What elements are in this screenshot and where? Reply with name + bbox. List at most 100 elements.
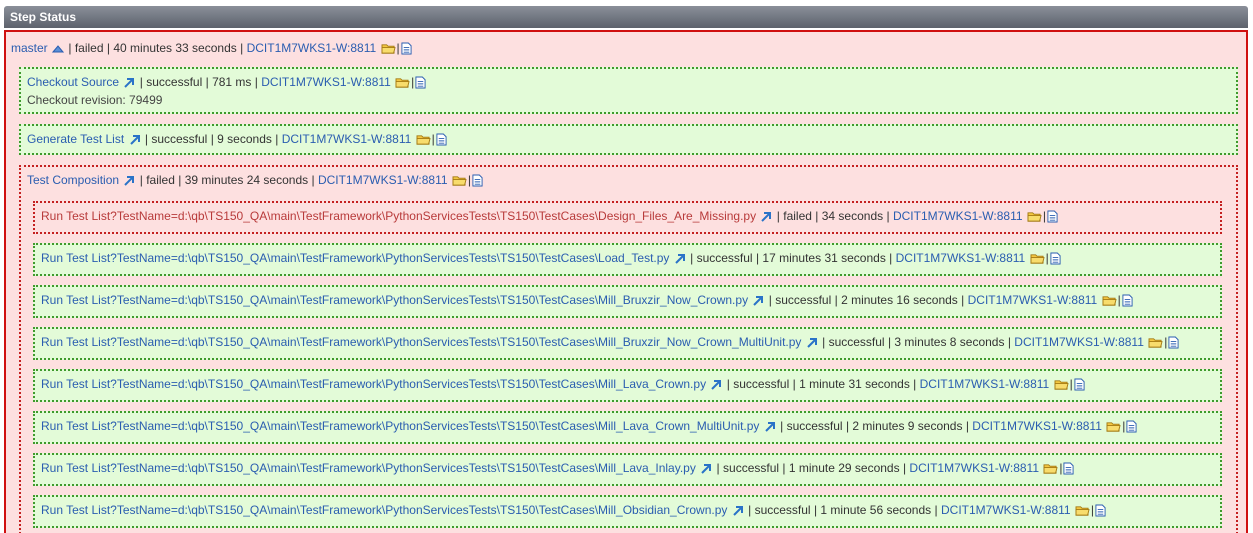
folder-icon[interactable]: [452, 174, 467, 187]
external-link-icon[interactable]: [674, 253, 686, 265]
substep-status: failed: [783, 209, 812, 223]
step-duration: 39 minutes 24 seconds: [184, 173, 309, 187]
substep-name-link[interactable]: Run Test List?TestName=d:\qb\TS150_QA\ma…: [41, 377, 706, 391]
substep-host-link[interactable]: DCIT1M7WKS1-W:8811: [972, 419, 1102, 433]
substep-status: successful: [828, 335, 885, 349]
root-step-status: failed: [74, 41, 104, 55]
substep-status: successful: [733, 377, 790, 391]
folder-icon[interactable]: [395, 76, 410, 89]
folder-icon[interactable]: [1027, 210, 1042, 223]
external-link-icon[interactable]: [806, 337, 818, 349]
log-icon[interactable]: [1047, 210, 1058, 223]
substep-row: Run Test List?TestName=d:\qb\TS150_QA\ma…: [41, 251, 1062, 265]
collapse-icon[interactable]: [52, 44, 64, 54]
substep-duration: 2 minutes 9 seconds: [852, 419, 963, 433]
step-generate-test-list: Generate Test List | successful | 9 seco…: [19, 124, 1238, 155]
substep-status: successful: [775, 293, 832, 307]
external-link-icon[interactable]: [123, 77, 135, 89]
substep-name-link[interactable]: Run Test List?TestName=d:\qb\TS150_QA\ma…: [41, 335, 801, 349]
folder-icon[interactable]: [1106, 420, 1121, 433]
substep-duration: 1 minute 31 seconds: [799, 377, 910, 391]
root-step-link[interactable]: master: [11, 41, 48, 55]
external-link-icon[interactable]: [732, 505, 744, 517]
substep-duration: 2 minutes 16 seconds: [841, 293, 958, 307]
external-link-icon[interactable]: [752, 295, 764, 307]
step-row: Generate Test List | successful | 9 seco…: [27, 132, 448, 146]
panel-title: Step Status: [4, 6, 1248, 28]
substep-box: Run Test List?TestName=d:\qb\TS150_QA\ma…: [33, 411, 1222, 444]
substep-status: successful: [754, 503, 811, 517]
log-icon[interactable]: [1122, 294, 1133, 307]
log-icon[interactable]: [1126, 420, 1137, 433]
step-host-link[interactable]: DCIT1M7WKS1-W:8811: [318, 173, 448, 187]
substep-name-link[interactable]: Run Test List?TestName=d:\qb\TS150_QA\ma…: [41, 419, 759, 433]
folder-icon[interactable]: [1102, 294, 1117, 307]
substep-row: Run Test List?TestName=d:\qb\TS150_QA\ma…: [41, 461, 1075, 475]
log-icon[interactable]: [472, 174, 483, 187]
log-icon[interactable]: [1063, 462, 1074, 475]
substep-row: Run Test List?TestName=d:\qb\TS150_QA\ma…: [41, 419, 1138, 433]
substep-name-link[interactable]: Run Test List?TestName=d:\qb\TS150_QA\ma…: [41, 503, 727, 517]
substep-duration: 34 seconds: [821, 209, 884, 223]
root-step-host-link[interactable]: DCIT1M7WKS1-W:8811: [247, 41, 377, 55]
folder-icon[interactable]: [1148, 336, 1163, 349]
step-status: successful: [146, 75, 203, 89]
log-icon[interactable]: [415, 76, 426, 89]
step-duration: 781 ms: [212, 75, 252, 89]
step-row: Test Composition | failed | 39 minutes 2…: [27, 173, 484, 187]
step-name-link[interactable]: Checkout Source: [27, 75, 119, 89]
log-icon[interactable]: [1074, 378, 1085, 391]
step-host-link[interactable]: DCIT1M7WKS1-W:8811: [282, 132, 412, 146]
external-link-icon[interactable]: [760, 211, 772, 223]
substep-host-link[interactable]: DCIT1M7WKS1-W:8811: [968, 293, 1098, 307]
substep-duration: 17 minutes 31 seconds: [762, 251, 886, 265]
substep-status: successful: [723, 461, 780, 475]
log-icon[interactable]: [436, 133, 447, 146]
substep-name-link[interactable]: Run Test List?TestName=d:\qb\TS150_QA\ma…: [41, 293, 748, 307]
substep-duration: 1 minute 56 seconds: [820, 503, 932, 517]
root-step-duration: 40 minutes 33 seconds: [113, 41, 237, 55]
substep-status: successful: [786, 419, 843, 433]
log-icon[interactable]: [401, 42, 412, 55]
substep-host-link[interactable]: DCIT1M7WKS1-W:8811: [896, 251, 1026, 265]
step-test-composition: Test Composition | failed | 39 minutes 2…: [19, 165, 1238, 533]
external-link-icon[interactable]: [129, 134, 141, 146]
step-name-link[interactable]: Generate Test List: [27, 132, 124, 146]
external-link-icon[interactable]: [700, 463, 712, 475]
external-link-icon[interactable]: [764, 421, 776, 433]
log-icon[interactable]: [1168, 336, 1179, 349]
step-host-link[interactable]: DCIT1M7WKS1-W:8811: [261, 75, 391, 89]
log-icon[interactable]: [1050, 252, 1061, 265]
substep-host-link[interactable]: DCIT1M7WKS1-W:8811: [941, 503, 1071, 517]
folder-icon[interactable]: [1075, 504, 1090, 517]
external-link-icon[interactable]: [710, 379, 722, 391]
substep-box: Run Test List?TestName=d:\qb\TS150_QA\ma…: [33, 495, 1222, 528]
folder-icon[interactable]: [1043, 462, 1058, 475]
substep-host-link[interactable]: DCIT1M7WKS1-W:8811: [893, 209, 1023, 223]
step-checkout-source: Checkout Source | successful | 781 ms | …: [19, 67, 1238, 114]
substep-row: Run Test List?TestName=d:\qb\TS150_QA\ma…: [41, 377, 1086, 391]
substep-duration: 1 minute 29 seconds: [788, 461, 900, 475]
substep-name-link[interactable]: Run Test List?TestName=d:\qb\TS150_QA\ma…: [41, 209, 756, 223]
substep-host-link[interactable]: DCIT1M7WKS1-W:8811: [909, 461, 1039, 475]
step-name-link[interactable]: Test Composition: [27, 173, 119, 187]
folder-icon[interactable]: [381, 42, 396, 55]
substep-row: Run Test List?TestName=d:\qb\TS150_QA\ma…: [41, 209, 1059, 223]
substep-status: successful: [696, 251, 753, 265]
substep-name-link[interactable]: Run Test List?TestName=d:\qb\TS150_QA\ma…: [41, 461, 696, 475]
step-status: successful: [151, 132, 208, 146]
substep-name-link[interactable]: Run Test List?TestName=d:\qb\TS150_QA\ma…: [41, 251, 669, 265]
substep-host-link[interactable]: DCIT1M7WKS1-W:8811: [1014, 335, 1144, 349]
substep-box: Run Test List?TestName=d:\qb\TS150_QA\ma…: [33, 243, 1222, 276]
step-row: Checkout Source | successful | 781 ms | …: [27, 75, 427, 89]
folder-icon[interactable]: [1030, 252, 1045, 265]
log-icon[interactable]: [1095, 504, 1106, 517]
substep-row: Run Test List?TestName=d:\qb\TS150_QA\ma…: [41, 335, 1180, 349]
external-link-icon[interactable]: [123, 175, 135, 187]
step-status-panel: Step Status master | failed | 40 minutes…: [4, 6, 1248, 533]
folder-icon[interactable]: [1054, 378, 1069, 391]
folder-icon[interactable]: [416, 133, 431, 146]
root-step-row: master | failed | 40 minutes 33 seconds …: [11, 41, 413, 55]
substep-host-link[interactable]: DCIT1M7WKS1-W:8811: [920, 377, 1050, 391]
checkout-revision: Checkout revision: 79499: [27, 93, 163, 107]
